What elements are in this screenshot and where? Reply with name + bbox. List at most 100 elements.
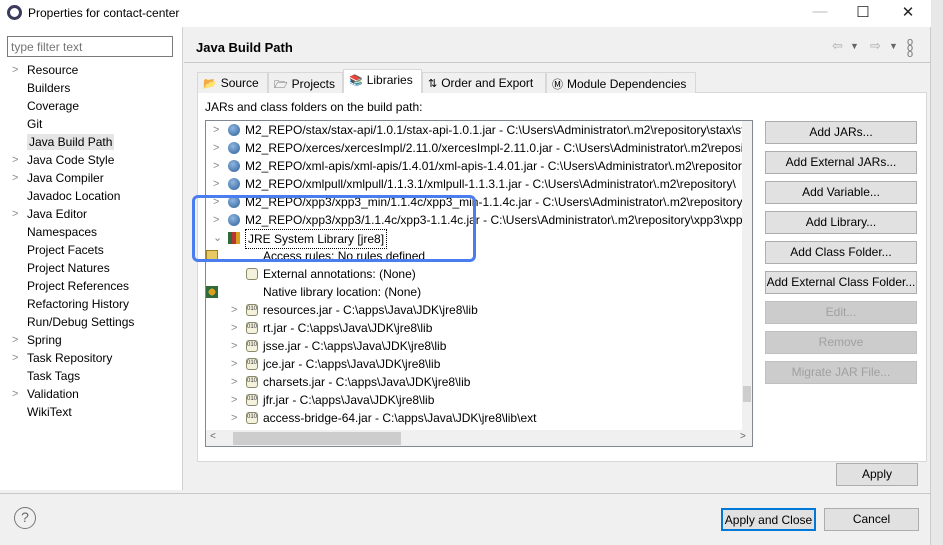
chevron-right-icon[interactable]: > — [213, 211, 223, 229]
tab-order-and-export[interactable]: ⇅ Order and Export — [422, 72, 546, 93]
sidebar-item[interactable]: Git — [8, 115, 178, 133]
tree-row[interactable]: > M2_REPO/xmlpull/xmlpull/1.1.3.1/xmlpull… — [206, 175, 742, 193]
tree-row[interactable]: >010 jsse.jar - C:\apps\Java\JDK\jre8\lib — [206, 337, 742, 355]
add-external-class-folder-button[interactable]: Add External Class Folder... — [765, 271, 917, 294]
maximize-button[interactable]: ☐ — [843, 3, 883, 23]
more-vertical-icon[interactable]: ooo — [907, 37, 913, 60]
apply-button[interactable]: Apply — [836, 463, 918, 486]
tree-row[interactable]: >010 jce.jar - C:\apps\Java\JDK\jre8\lib — [206, 355, 742, 373]
chevron-right-icon[interactable]: > — [231, 301, 241, 319]
eclipse-icon — [7, 5, 22, 20]
migrate-jar-file-button[interactable]: Migrate JAR File... — [765, 361, 917, 384]
sidebar-item[interactable]: > Validation — [8, 385, 178, 403]
sidebar-item[interactable]: > Resource — [8, 61, 178, 79]
sidebar-item[interactable]: Coverage — [8, 97, 178, 115]
tree-row[interactable]: > M2_REPO/stax/stax-api/1.0.1/stax-api-1.… — [206, 121, 752, 139]
sidebar-item[interactable]: Task Tags — [8, 367, 178, 385]
sidebar-item[interactable]: Java Build Path — [8, 133, 178, 151]
tree-row[interactable]: >010 jfr.jar - C:\apps\Java\JDK\jre8\lib — [206, 391, 742, 409]
sidebar-item[interactable]: > Java Compiler — [8, 169, 178, 187]
vertical-scrollbar[interactable] — [742, 121, 752, 430]
filter-input[interactable] — [7, 36, 173, 57]
chevron-right-icon[interactable]: > — [213, 139, 223, 157]
tab-module-dependencies[interactable]: Ⓜ Module Dependencies — [546, 72, 696, 93]
sidebar-item[interactable]: Project Facets — [8, 241, 178, 259]
chevron-right-icon[interactable]: > — [12, 331, 18, 349]
tree-row[interactable]: >010 access-bridge-64.jar - C:\apps\Java\… — [206, 409, 742, 427]
tree-row[interactable]: > M2_REPO/xml-apis/xml-apis/1.4.01/xml-ap… — [206, 157, 748, 175]
chevron-right-icon[interactable]: > — [213, 121, 223, 139]
annotations-icon — [246, 268, 258, 280]
chevron-right-icon[interactable]: > — [213, 175, 223, 193]
tree-row[interactable]: Access rules: No rules defined — [206, 247, 742, 265]
add-variable-button[interactable]: Add Variable... — [765, 181, 917, 204]
chevron-right-icon[interactable]: > — [231, 355, 241, 373]
chevron-right-icon[interactable]: > — [231, 337, 241, 355]
tab-projects[interactable]: 🗁 Projects — [268, 72, 343, 93]
scroll-thumb[interactable] — [233, 432, 401, 445]
sidebar-item[interactable]: Builders — [8, 79, 178, 97]
add-external-jars-button[interactable]: Add External JARs... — [765, 151, 917, 174]
close-button[interactable]: ✕ — [888, 3, 928, 23]
sidebar-item[interactable]: Namespaces — [8, 223, 178, 241]
apply-and-close-button[interactable]: Apply and Close — [721, 508, 816, 531]
horizontal-scrollbar[interactable]: < > — [206, 430, 752, 446]
tree-row[interactable]: >010 rt.jar - C:\apps\Java\JDK\jre8\lib — [206, 319, 742, 337]
dropdown-icon[interactable]: ▼ — [889, 41, 898, 51]
add-jars-button[interactable]: Add JARs... — [765, 121, 917, 144]
tree-row[interactable]: > M2_REPO/xpp3/xpp3/1.1.4c/xpp3-1.1.4c.ja… — [206, 211, 749, 229]
dropdown-icon[interactable]: ▼ — [850, 41, 859, 51]
chevron-right-icon[interactable]: > — [231, 319, 241, 337]
chevron-right-icon[interactable]: > — [12, 349, 18, 367]
chevron-right-icon[interactable]: > — [12, 61, 18, 79]
tab-label: Order and Export — [441, 76, 534, 90]
tree-row[interactable]: >010 charsets.jar - C:\apps\Java\JDK\jre8… — [206, 373, 742, 391]
cancel-button[interactable]: Cancel — [824, 508, 919, 531]
tree-row[interactable]: Native library location: (None) — [206, 283, 742, 301]
add-class-folder-button[interactable]: Add Class Folder... — [765, 241, 917, 264]
edit-button[interactable]: Edit... — [765, 301, 917, 324]
sidebar-item[interactable]: > Java Code Style — [8, 151, 178, 169]
chevron-down-icon[interactable]: ⌄ — [213, 229, 223, 247]
chevron-right-icon[interactable]: > — [12, 151, 18, 169]
chevron-right-icon[interactable]: > — [12, 385, 18, 403]
native-library-icon — [206, 286, 218, 298]
sidebar-item-label: Spring — [27, 333, 62, 347]
sidebar-item[interactable]: Project Natures — [8, 259, 178, 277]
add-library-button[interactable]: Add Library... — [765, 211, 917, 234]
chevron-right-icon[interactable]: > — [213, 193, 223, 211]
sidebar-item[interactable]: Refactoring History — [8, 295, 178, 313]
sidebar-item[interactable]: Project References — [8, 277, 178, 295]
remove-button[interactable]: Remove — [765, 331, 917, 354]
chevron-right-icon[interactable]: > — [231, 409, 241, 427]
scroll-right-icon[interactable]: > — [740, 431, 746, 442]
tree-row[interactable]: > M2_REPO/xerces/xercesImpl/2.11.0/xerces… — [206, 139, 752, 157]
tree-row[interactable]: >010 resources.jar - C:\apps\Java\JDK\jre… — [206, 301, 742, 319]
tree-row[interactable]: External annotations: (None) — [206, 265, 742, 283]
variable-jar-icon — [228, 124, 240, 136]
chevron-right-icon[interactable]: > — [12, 169, 18, 187]
tab-libraries[interactable]: 📚 Libraries — [343, 69, 422, 93]
sidebar-item[interactable]: > Spring — [8, 331, 178, 349]
scroll-left-icon[interactable]: < — [210, 431, 216, 442]
jar-icon: 010 — [246, 412, 258, 424]
sidebar-item[interactable]: > Task Repository — [8, 349, 178, 367]
sidebar-item[interactable]: Run/Debug Settings — [8, 313, 178, 331]
chevron-right-icon[interactable]: > — [213, 157, 223, 175]
forward-arrow-icon[interactable]: ⇨ — [870, 38, 881, 54]
chevron-right-icon[interactable]: > — [231, 373, 241, 391]
libraries-tree[interactable]: > M2_REPO/stax/stax-api/1.0.1/stax-api-1.… — [205, 120, 753, 447]
chevron-right-icon[interactable]: > — [12, 205, 18, 223]
chevron-right-icon[interactable]: > — [231, 391, 241, 409]
tree-row[interactable]: ⌄ JRE System Library [jre8] — [206, 229, 742, 249]
tree-row[interactable]: > M2_REPO/xpp3/xpp3_min/1.1.4c/xpp3_min-1… — [206, 193, 743, 211]
scroll-thumb[interactable] — [743, 386, 751, 402]
tab-source[interactable]: 📂 Source — [197, 72, 268, 93]
sidebar-item[interactable]: > Java Editor — [8, 205, 178, 223]
sidebar-item-label: Javadoc Location — [27, 189, 121, 203]
help-icon[interactable]: ? — [14, 507, 36, 529]
back-arrow-icon[interactable]: ⇦ — [832, 38, 843, 54]
sidebar-item[interactable]: WikiText — [8, 403, 178, 421]
sidebar-item[interactable]: Javadoc Location — [8, 187, 178, 205]
minimize-button[interactable]: — — [800, 3, 840, 23]
